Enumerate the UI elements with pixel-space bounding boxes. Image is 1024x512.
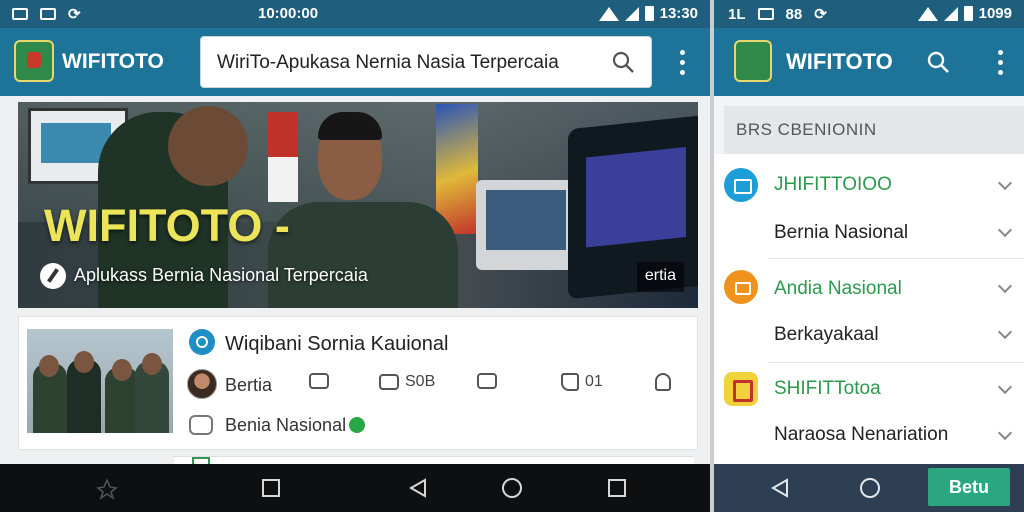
card-title[interactable]: Wiqibani Sornia Kauional — [225, 333, 448, 356]
back-button[interactable] — [770, 478, 790, 498]
recents-button[interactable] — [262, 479, 280, 497]
comment-button[interactable] — [309, 373, 335, 389]
verified-badge-icon — [189, 329, 215, 355]
battery-icon — [963, 6, 973, 21]
image-icon — [757, 8, 774, 20]
avatar[interactable] — [187, 369, 217, 399]
navigation-bar: Betu — [714, 464, 1024, 512]
wallet-icon — [724, 270, 758, 304]
overview-button[interactable] — [608, 479, 626, 497]
app-bar: WIFITOTO — [714, 28, 1024, 96]
verified-icon — [349, 417, 365, 433]
home-button[interactable] — [860, 478, 880, 498]
hero-title: WIFITOTO - — [44, 200, 290, 251]
search-icon[interactable] — [926, 50, 950, 74]
sync-icon: ⟳ — [814, 6, 827, 23]
category-list: JHIFITTOIOO Bernia Nasional Andia Nasion… — [714, 154, 1024, 466]
chevron-down-icon[interactable] — [997, 278, 1013, 294]
hero-subtitle: Aplukass Bernia Nasional Terpercaia — [74, 265, 368, 285]
chevron-down-icon[interactable] — [997, 324, 1013, 340]
status-bar: 1L 88 ⟳ 1099 — [714, 0, 1024, 28]
navigation-bar — [0, 464, 710, 512]
author-name[interactable]: Bertia — [225, 375, 272, 396]
more-menu-icon[interactable] — [680, 50, 686, 76]
app-logo[interactable] — [14, 40, 54, 82]
list-item[interactable]: Andia Nasional — [774, 278, 902, 300]
primary-button[interactable]: Betu — [928, 468, 1010, 506]
accessibility-icon[interactable] — [96, 478, 118, 500]
brand-title: WIFITOTO — [786, 49, 893, 74]
list-item[interactable]: Berkayakaal — [774, 324, 879, 346]
status-bar: ⟳ 10:00:00 13:30 — [0, 0, 710, 28]
share-button[interactable] — [477, 373, 503, 389]
notification-icon — [12, 8, 28, 20]
battery-icon — [644, 6, 654, 21]
more-menu-icon[interactable] — [998, 50, 1004, 76]
notification-icon: 88 — [785, 5, 803, 23]
category-icon — [189, 415, 213, 435]
person-image — [268, 202, 458, 308]
left-phone-screen: ⟳ 10:00:00 13:30 WIFITOTO WiriTo-Apukasa… — [0, 0, 710, 512]
message-icon — [379, 374, 399, 390]
chevron-down-icon[interactable] — [997, 222, 1013, 238]
search-icon[interactable] — [611, 50, 635, 74]
wifi-icon — [917, 6, 938, 21]
like-button[interactable]: 01 — [561, 373, 603, 391]
wifi-icon — [598, 6, 619, 21]
flag-image — [436, 104, 478, 234]
news-card[interactable]: Wiqibani Sornia Kauional Bertia S0B 01 B… — [18, 316, 698, 450]
chevron-down-icon[interactable] — [997, 425, 1013, 441]
comment-icon — [309, 373, 329, 389]
signal-icon — [624, 6, 639, 21]
list-item[interactable]: Naraosa Nenariation — [774, 424, 948, 446]
list-item[interactable]: JHIFITTOIOO — [774, 174, 892, 196]
hero-banner[interactable]: WIFITOTO - Aplukass Bernia Nasional Terp… — [18, 102, 698, 308]
profile-button[interactable] — [655, 373, 671, 391]
brand-title: WIFITOTO — [62, 50, 164, 73]
home-button[interactable] — [502, 478, 522, 498]
thumbs-up-icon — [561, 373, 579, 391]
chevron-down-icon[interactable] — [997, 175, 1013, 191]
back-button[interactable] — [408, 478, 428, 498]
category-label[interactable]: Benia Nasional — [225, 415, 346, 436]
section-header: BRS CBENIONIN — [724, 106, 1024, 154]
status-clock: 13:30 — [659, 5, 698, 22]
sync-icon: ⟳ — [68, 6, 81, 23]
monitor-image — [476, 180, 576, 270]
section-label: BRS CBENIONIN — [736, 120, 877, 139]
news-thumbnail[interactable] — [27, 329, 173, 433]
image-icon — [40, 8, 56, 20]
app-bar: WIFITOTO WiriTo-Apukasa Nernia Nasia Ter… — [0, 28, 710, 96]
status-time: 1099 — [978, 5, 1012, 22]
chevron-down-icon[interactable] — [997, 379, 1013, 395]
hero-badge: ertia — [636, 262, 684, 292]
signal-icon — [943, 6, 958, 21]
message-button[interactable]: S0B — [379, 373, 435, 391]
status-time: 10:00:00 — [258, 5, 319, 22]
share-icon — [477, 373, 497, 389]
pen-icon — [40, 263, 66, 289]
flag-image — [268, 112, 298, 202]
news-icon — [724, 168, 758, 202]
signal-indicator: 1L — [728, 5, 746, 23]
list-item[interactable]: Bernia Nasional — [774, 222, 908, 244]
app-logo[interactable] — [734, 40, 772, 82]
search-box[interactable]: WiriTo-Apukasa Nernia Nasia Terpercaia — [200, 36, 652, 88]
user-icon — [655, 373, 671, 391]
right-phone-screen: 1L 88 ⟳ 1099 WIFITOTO BRS CBENIONIN JHIF… — [714, 0, 1024, 512]
flag-icon — [724, 372, 758, 406]
search-input[interactable]: WiriTo-Apukasa Nernia Nasia Terpercaia — [217, 52, 559, 74]
list-item[interactable]: SHIFITTotoa — [774, 378, 881, 400]
